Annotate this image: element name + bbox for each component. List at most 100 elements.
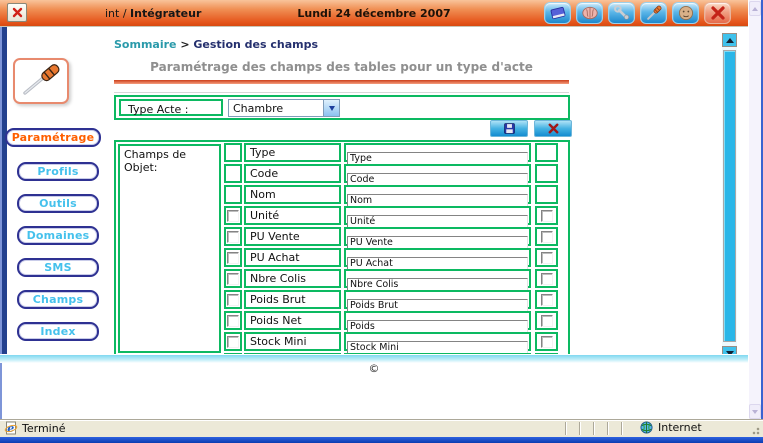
- field-left-checkbox-cell: [224, 164, 242, 183]
- zone-text: Internet: [658, 421, 702, 434]
- field-checkbox[interactable]: [227, 251, 239, 264]
- field-left-checkbox-cell: [224, 269, 242, 288]
- save-button[interactable]: [490, 120, 528, 137]
- delete-button[interactable]: [534, 120, 572, 137]
- field-checkbox[interactable]: [227, 272, 239, 285]
- browser-window: int / Intégrateur Lundi 24 décembre 2007: [0, 0, 763, 443]
- field-name-cell: Unité: [244, 206, 341, 225]
- field-right-checkbox-cell: [535, 248, 558, 267]
- scrollbar-thumb[interactable]: [723, 50, 736, 342]
- type-acte-selected-value: Chambre: [233, 102, 284, 115]
- statusbar-divider: [607, 422, 609, 435]
- content-left-border: [2, 27, 7, 358]
- copyright-symbol: ©: [368, 362, 380, 375]
- field-right-checkbox-cell: [535, 143, 558, 162]
- red-x-icon: [548, 123, 558, 134]
- fields-table: Champs de Objet: Type Code: [114, 140, 570, 357]
- field-right-checkbox-cell: [535, 164, 558, 183]
- field-right-checkbox-cell: [535, 290, 558, 309]
- breadcrumb: Sommaire > Gestion des champs: [114, 38, 318, 51]
- content-scrollbar[interactable]: [722, 33, 737, 360]
- field-value-cell: [344, 290, 531, 312]
- resize-grip[interactable]: [750, 425, 760, 435]
- page-scroll-up-button[interactable]: [749, 1, 761, 16]
- field-value-cell: [344, 332, 531, 354]
- breadcrumb-home-link[interactable]: Sommaire: [114, 38, 176, 51]
- field-right-checkbox-cell: [535, 332, 558, 351]
- sidebar-item-profils[interactable]: Profils: [17, 162, 99, 181]
- fields-rows: Type Code Nom: [224, 143, 568, 355]
- field-name: PU Achat: [250, 251, 300, 264]
- field-value-cell: [344, 185, 531, 207]
- mask-icon[interactable]: [672, 2, 699, 24]
- field-name: Type: [250, 146, 276, 159]
- close-icon[interactable]: [704, 2, 731, 24]
- statusbar-divider: [579, 422, 581, 435]
- field-right-checkbox-cell: [535, 311, 558, 330]
- field-left-checkbox-cell: [224, 185, 242, 204]
- field-checkbox[interactable]: [540, 314, 553, 327]
- table-row: Poids Brut: [224, 290, 568, 312]
- sidebar-item-champs[interactable]: Champs: [17, 290, 99, 309]
- status-bar: e Terminé Internet: [0, 420, 763, 437]
- field-name: Stock Mini: [250, 335, 307, 348]
- field-right-checkbox-cell: [535, 227, 558, 246]
- field-left-checkbox-cell: [224, 206, 242, 225]
- title-underline: [114, 80, 569, 84]
- field-checkbox[interactable]: [227, 293, 239, 306]
- brain-icon[interactable]: [576, 2, 603, 24]
- sidebar-item-paramétrage[interactable]: Paramétrage: [5, 128, 101, 147]
- field-checkbox[interactable]: [540, 293, 553, 306]
- field-value-cell: [344, 269, 531, 291]
- field-name-cell: Nom: [244, 185, 341, 204]
- field-name: Code: [250, 167, 279, 180]
- field-checkbox[interactable]: [540, 272, 553, 285]
- scroll-up-button[interactable]: [722, 33, 737, 47]
- champs-objet-label: Champs de Objet:: [118, 144, 221, 353]
- field-name: Unité: [250, 209, 280, 222]
- screwdriver-icon[interactable]: [640, 2, 667, 24]
- sidebar: Paramétrage Profils Outils Domaines SMS …: [5, 30, 108, 354]
- sidebar-item-outils[interactable]: Outils: [17, 194, 99, 213]
- triangle-down-icon: [752, 409, 758, 414]
- field-checkbox[interactable]: [227, 314, 239, 327]
- table-row: Poids Net: [224, 311, 568, 333]
- field-name: Poids Net: [250, 314, 302, 327]
- field-right-checkbox-cell: [535, 185, 558, 204]
- sidebar-item-label: Outils: [39, 197, 77, 210]
- window-bottom-border: [0, 437, 763, 443]
- sidebar-item-label: Index: [40, 325, 76, 338]
- field-checkbox[interactable]: [540, 209, 553, 222]
- field-checkbox[interactable]: [227, 230, 239, 243]
- field-value-cell: [344, 164, 531, 186]
- wrench-icon[interactable]: [608, 2, 635, 24]
- field-left-checkbox-cell: [224, 311, 242, 330]
- svg-text:e: e: [7, 422, 14, 435]
- chevron-down-icon[interactable]: [323, 100, 339, 116]
- field-checkbox[interactable]: [227, 335, 239, 348]
- field-checkbox[interactable]: [540, 335, 553, 348]
- page-scroll-down-button[interactable]: [749, 404, 761, 419]
- sidebar-item-index[interactable]: Index: [17, 322, 99, 341]
- field-checkbox[interactable]: [540, 251, 553, 264]
- field-checkbox[interactable]: [540, 230, 553, 243]
- field-value-cell: [344, 248, 531, 270]
- triangle-up-icon: [725, 37, 734, 43]
- field-name: Nom: [250, 188, 276, 201]
- field-left-checkbox-cell: [224, 290, 242, 309]
- field-name-cell: Poids Brut: [244, 290, 341, 309]
- status-text: Terminé: [22, 421, 66, 435]
- page-title: Paramétrage des champs des tables pour u…: [150, 60, 533, 74]
- breadcrumb-current: Gestion des champs: [193, 38, 319, 51]
- field-name-cell: Stock Mini: [244, 332, 341, 351]
- sidebar-item-domaines[interactable]: Domaines: [17, 226, 99, 245]
- type-acte-select[interactable]: Chambre: [228, 99, 340, 117]
- book-icon[interactable]: [544, 2, 571, 24]
- app-logo: [13, 58, 69, 104]
- triangle-up-icon: [752, 6, 758, 11]
- sidebar-item-sms[interactable]: SMS: [17, 258, 99, 277]
- page-scrollbar[interactable]: [749, 0, 761, 420]
- field-checkbox[interactable]: [227, 209, 239, 222]
- statusbar-divider: [621, 422, 623, 435]
- field-name-cell: Poids Net: [244, 311, 341, 330]
